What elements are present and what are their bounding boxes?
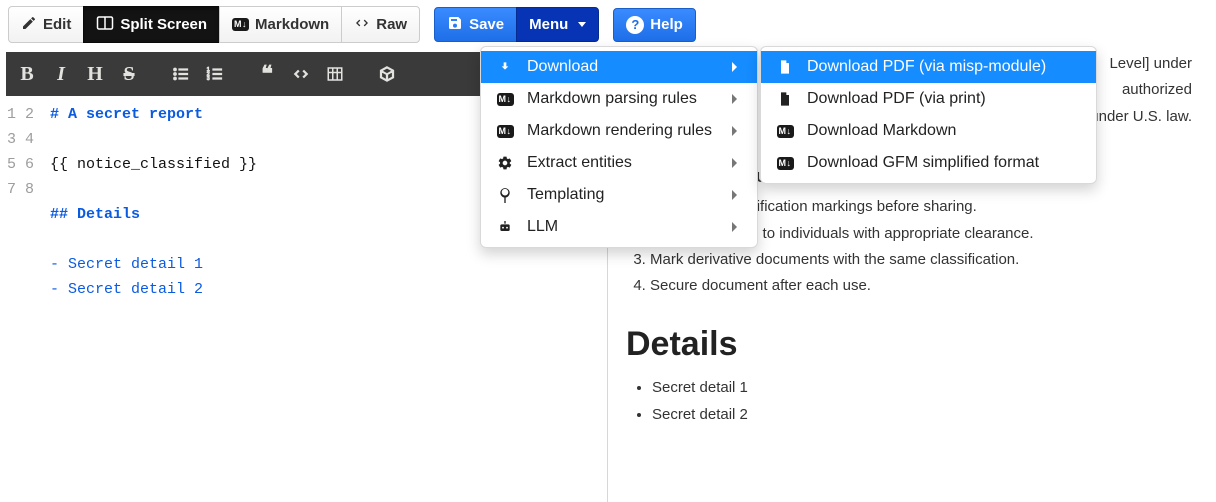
raw-button[interactable]: Raw	[341, 6, 420, 43]
download-icon	[495, 59, 515, 75]
menu-rendering[interactable]: M↓ Markdown rendering rules	[481, 115, 757, 147]
line-gutter: 1 2 3 4 5 6 7 8	[6, 96, 40, 502]
menu-extract[interactable]: Extract entities	[481, 147, 757, 179]
codeblock-icon[interactable]	[284, 58, 318, 90]
save-button[interactable]: Save	[434, 7, 517, 42]
edit-button[interactable]: Edit	[8, 6, 84, 43]
markdown-icon: M↓	[232, 18, 249, 31]
menu-parsing[interactable]: M↓ Markdown parsing rules	[481, 83, 757, 115]
details-heading: Details	[626, 325, 1192, 364]
submenu-arrow-icon	[732, 158, 737, 168]
columns-icon	[96, 14, 114, 35]
menu-templating[interactable]: Templating	[481, 179, 757, 211]
markdown-icon: M↓	[495, 93, 515, 106]
strike-icon[interactable]: S	[112, 58, 146, 90]
submenu-arrow-icon	[732, 62, 737, 72]
instruction-item: Secure document after each use.	[650, 274, 1192, 297]
ulist-icon[interactable]	[164, 58, 198, 90]
main-dropdown: Download M↓ Markdown parsing rules M↓ Ma…	[480, 46, 758, 248]
submenu-arrow-icon	[732, 190, 737, 200]
detail-item: Secret detail 2	[652, 403, 1192, 426]
markdown-icon: M↓	[775, 157, 795, 170]
help-button[interactable]: Help	[613, 8, 696, 42]
menu-llm[interactable]: LLM	[481, 211, 757, 243]
submenu-dl-markdown[interactable]: M↓ Download Markdown	[761, 115, 1096, 147]
download-submenu: Download PDF (via misp-module) Download …	[760, 46, 1097, 184]
markdown-icon: M↓	[495, 125, 515, 138]
menu-button[interactable]: Menu	[516, 7, 599, 42]
table-icon[interactable]	[318, 58, 352, 90]
svg-text:3: 3	[207, 76, 210, 82]
cube-icon[interactable]	[370, 58, 404, 90]
preview-text: Level] under	[1109, 55, 1192, 72]
submenu-arrow-icon	[732, 94, 737, 104]
menu-download[interactable]: Download	[481, 51, 757, 83]
olist-icon[interactable]: 123	[198, 58, 232, 90]
save-icon	[447, 15, 463, 34]
submenu-pdf-print[interactable]: Download PDF (via print)	[761, 83, 1096, 115]
detail-item: Secret detail 1	[652, 376, 1192, 399]
file-pdf-icon	[775, 59, 795, 75]
italic-icon[interactable]: I	[44, 58, 78, 90]
submenu-pdf-module[interactable]: Download PDF (via misp-module)	[761, 51, 1096, 83]
code-content[interactable]: # A secret report {{ notice_classified }…	[40, 96, 257, 502]
submenu-dl-gfm[interactable]: M↓ Download GFM simplified format	[761, 147, 1096, 179]
file-pdf-icon	[775, 91, 795, 107]
bold-icon[interactable]: B	[10, 58, 44, 90]
tools-icon	[495, 187, 515, 203]
markdown-button[interactable]: M↓ Markdown	[219, 6, 342, 43]
quote-icon[interactable]: ❝	[250, 58, 284, 90]
split-screen-button[interactable]: Split Screen	[83, 6, 220, 43]
heading-icon[interactable]: H	[78, 58, 112, 90]
submenu-arrow-icon	[732, 126, 737, 136]
preview-text: authorized	[1122, 81, 1192, 98]
code-icon	[354, 15, 370, 34]
edit-icon	[21, 15, 37, 34]
submenu-arrow-icon	[732, 222, 737, 232]
robot-icon	[495, 219, 515, 235]
instruction-item: Mark derivative documents with the same …	[650, 248, 1192, 271]
help-icon	[626, 16, 644, 34]
markdown-icon: M↓	[775, 125, 795, 138]
details-list: Secret detail 1 Secret detail 2	[626, 376, 1192, 426]
gears-icon	[495, 155, 515, 171]
